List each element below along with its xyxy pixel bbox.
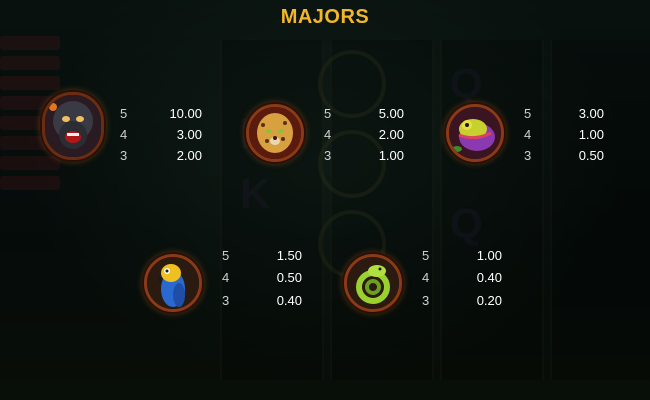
pay-value: 0.50	[578, 148, 604, 163]
pay-count: 3	[524, 148, 532, 163]
pay-value: 2.00	[176, 148, 202, 163]
snake-icon	[344, 254, 402, 312]
pay-value: 5.00	[378, 106, 404, 121]
pay-value: 0.40	[476, 270, 502, 285]
pay-value: 1.50	[276, 248, 302, 263]
pay-value: 1.00	[476, 248, 502, 263]
pay-count: 5	[120, 106, 128, 121]
pay-value: 1.00	[578, 127, 604, 142]
pay-value: 2.00	[378, 127, 404, 142]
chameleon-icon	[446, 104, 504, 162]
pay-count: 5	[422, 248, 430, 263]
pay-count: 3	[222, 293, 230, 308]
pay-count: 4	[324, 127, 332, 142]
pay-count: 4	[422, 270, 430, 285]
pay-value: 1.00	[378, 148, 404, 163]
page-title: MAJORS	[280, 6, 370, 28]
pay-value: 10.00	[169, 106, 202, 121]
pay-count: 5	[324, 106, 332, 121]
pay-count: 4	[524, 127, 532, 142]
pay-count: 4	[120, 127, 128, 142]
pay-count: 3	[120, 148, 128, 163]
pay-count: 3	[324, 148, 332, 163]
pay-count: 5	[222, 248, 230, 263]
pay-value: 3.00	[578, 106, 604, 121]
parrot-icon	[144, 254, 202, 312]
gorilla-icon	[42, 92, 104, 160]
pay-value: 0.40	[276, 293, 302, 308]
leopard-icon	[246, 104, 304, 162]
pay-count: 3	[422, 293, 430, 308]
pay-count: 5	[524, 106, 532, 121]
pay-value: 0.50	[276, 270, 302, 285]
pay-count: 4	[222, 270, 230, 285]
pay-value: 0.20	[476, 293, 502, 308]
dim-overlay	[0, 0, 650, 400]
pay-value: 3.00	[176, 127, 202, 142]
